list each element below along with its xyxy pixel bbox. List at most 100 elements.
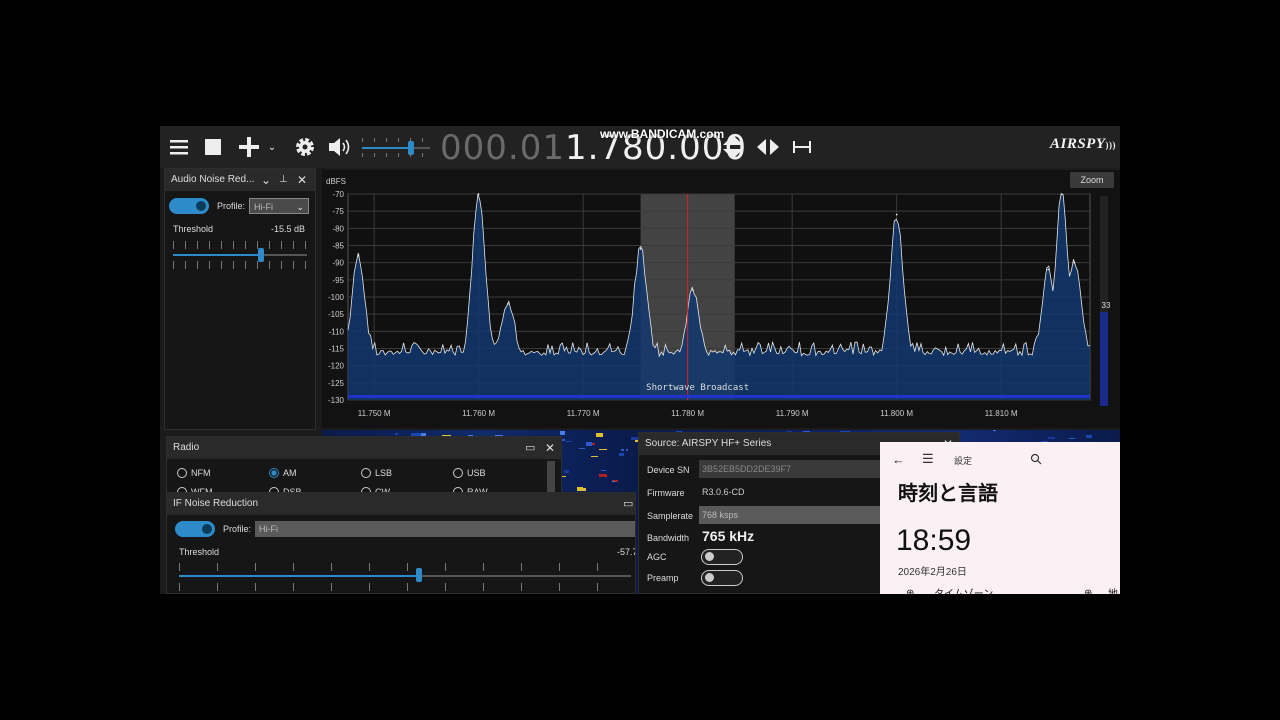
volume-slider[interactable] <box>360 138 432 158</box>
back-icon[interactable]: ← <box>892 452 905 467</box>
radio-panel: Radio ▭ ✕ NFM AM LSB USB WFM DSB CW RAW <box>166 436 562 496</box>
threshold-slider[interactable] <box>173 241 307 269</box>
y-tick-label: -95 <box>332 276 344 285</box>
level-meter-fill <box>1100 312 1108 406</box>
y-tick-label: -80 <box>332 224 344 233</box>
panel-title: IF Noise Reduction ▭ <box>167 493 635 515</box>
region-icon: ⊕ <box>1084 588 1093 594</box>
snap-width-icon[interactable] <box>790 134 814 160</box>
waterfall-pixel <box>562 439 565 441</box>
timezone-icon: ⊕ <box>906 588 915 594</box>
chevron-down-icon[interactable]: ⌄ <box>266 134 278 160</box>
if-nr-toggle[interactable] <box>175 521 215 537</box>
firmware-label: Firmware <box>647 488 685 498</box>
waterfall-pixel <box>395 433 398 435</box>
add-icon[interactable] <box>234 134 264 160</box>
profile-select[interactable]: Hi-Fi ⌄ <box>249 198 309 214</box>
bandwidth-label: Bandwidth <box>647 533 690 543</box>
speaker-icon[interactable] <box>326 134 354 160</box>
firmware-value: R3.0.6-CD <box>702 487 745 497</box>
region-label[interactable]: 地 <box>1108 585 1118 594</box>
spectrum-peak <box>895 213 898 216</box>
clock-date: 2026年2月26日 <box>898 567 967 578</box>
close-icon[interactable]: ✕ <box>297 169 307 191</box>
if-nr-title: IF Noise Reduction <box>173 498 259 509</box>
bandwidth-value: 765 kHz <box>702 528 755 544</box>
menu-icon[interactable] <box>166 134 192 160</box>
threshold-slider[interactable] <box>179 563 631 591</box>
samplerate-label: Samplerate <box>647 511 694 521</box>
preamp-toggle[interactable] <box>701 570 743 586</box>
spectrum-plot[interactable]: -70 -75 -80 -85 -90 -95 -100 -105 -110 -115 -120 -1… <box>322 170 1120 428</box>
if-noise-reduction-panel: IF Noise Reduction ▭ Profile: Hi-Fi Thre… <box>166 492 636 594</box>
chevron-down-icon: ⌄ <box>296 202 304 212</box>
pan-icon[interactable] <box>754 134 782 160</box>
x-tick-label: 11.770 M <box>567 409 600 418</box>
settings-heading: 時刻と言語 <box>898 483 998 505</box>
preamp-label: Preamp <box>647 573 679 583</box>
mode-radio-lsb[interactable]: LSB <box>361 468 392 478</box>
waterfall-pixel <box>566 441 572 442</box>
close-icon[interactable]: ✕ <box>545 437 555 459</box>
mode-radio-am[interactable]: AM <box>269 468 297 478</box>
profile-select[interactable]: Hi-Fi <box>255 521 635 537</box>
profile-label: Profile: <box>223 524 252 534</box>
clock-time: 18:59 <box>896 524 972 557</box>
agc-toggle[interactable] <box>701 549 743 565</box>
y-tick-label: -120 <box>328 362 345 371</box>
waterfall-pixel <box>621 449 624 451</box>
tune-step-icon[interactable] <box>722 134 744 160</box>
y-tick-label: -130 <box>328 396 345 405</box>
y-tick-label: -100 <box>328 293 345 302</box>
band-plan-bar <box>348 395 1090 398</box>
y-tick-label: -90 <box>332 259 344 268</box>
audio-nr-toggle[interactable] <box>169 198 209 214</box>
profile-label: Profile: <box>217 201 246 211</box>
chevron-down-icon[interactable]: ⌄ <box>261 169 271 191</box>
threshold-label: Threshold <box>173 224 214 234</box>
threshold-value: -15.5 dB <box>270 224 305 234</box>
stop-icon[interactable] <box>200 134 226 160</box>
waterfall-pixel <box>560 431 565 435</box>
waterfall-pixel <box>1048 437 1055 439</box>
profile-value: Hi-Fi <box>259 524 278 534</box>
waterfall-pixel <box>579 448 585 449</box>
panel-title: Radio ▭ ✕ <box>167 437 561 459</box>
zoom-button[interactable]: Zoom <box>1070 172 1114 188</box>
waterfall-pixel <box>619 453 624 456</box>
mode-radio-usb[interactable]: USB <box>453 468 486 478</box>
radio-scrollbar[interactable] <box>547 461 555 495</box>
profile-value: Hi-Fi <box>254 202 273 212</box>
y-tick-label: -75 <box>332 207 344 216</box>
spectrum-peak <box>477 193 480 195</box>
device-sn-label: Device SN <box>647 465 690 475</box>
threshold-label: Threshold <box>179 547 220 557</box>
hamburger-icon[interactable]: ☰ <box>922 451 934 467</box>
x-tick-label: 11.760 M <box>462 409 495 418</box>
waterfall-pixel <box>993 430 996 431</box>
mode-radio-nfm[interactable]: NFM <box>177 468 211 478</box>
search-icon[interactable] <box>1030 452 1042 470</box>
toolbar: ⌄ 000.011.780.000 www.BANDICAM.com AIRSP… <box>160 126 1120 168</box>
bandicam-watermark: www.BANDICAM.com <box>600 127 725 141</box>
waterfall-pixel <box>1086 435 1092 438</box>
settings-window: ← ☰ 設定 時刻と言語 18:59 2026年2月26日 ⊕ タイムゾーン ⊕… <box>880 442 1120 594</box>
y-tick-label: -70 <box>332 190 344 199</box>
panel-title: Audio Noise Red... ⌄ ⊥ ✕ <box>165 169 315 191</box>
gear-icon[interactable] <box>292 134 318 160</box>
spectrum-peak <box>1060 193 1063 195</box>
maximize-icon[interactable]: ▭ <box>525 437 535 459</box>
waterfall-pixel <box>591 456 598 457</box>
timezone-label[interactable]: タイムゾーン <box>934 585 993 594</box>
waterfall-pixel <box>599 449 607 450</box>
audio-nr-title: Audio Noise Red... <box>171 174 255 185</box>
pin-icon[interactable]: ⊥ <box>279 169 288 191</box>
spectrum-peak <box>1047 268 1049 271</box>
x-tick-label: 11.800 M <box>880 409 913 418</box>
frequency-leading-digits: 000.01 <box>440 128 565 168</box>
spectrum-peak <box>1073 261 1076 264</box>
spectrum-analyzer[interactable]: -70 -75 -80 -85 -90 -95 -100 -105 -110 -115 -120 -1… <box>322 170 1120 428</box>
maximize-icon[interactable]: ▭ <box>623 493 633 515</box>
agc-label: AGC <box>647 552 667 562</box>
waterfall-pixel <box>601 470 606 471</box>
